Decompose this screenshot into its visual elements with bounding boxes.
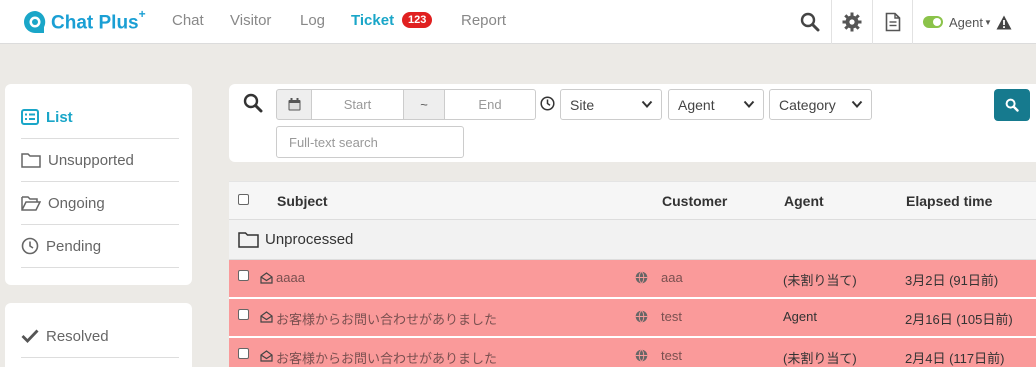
- fulltext-search-input[interactable]: Full-text search: [276, 126, 464, 158]
- agent-status-menu[interactable]: Agent ▼: [912, 0, 1036, 44]
- chevron-down-icon: [851, 100, 863, 108]
- agent-select-value: Agent: [678, 96, 715, 113]
- settings-button[interactable]: [831, 0, 871, 44]
- search-tool-button[interactable]: [790, 0, 830, 44]
- sidebar-item-list[interactable]: List: [21, 96, 179, 139]
- category-select-value: Category: [779, 96, 836, 113]
- clock-icon[interactable]: [540, 96, 555, 111]
- ticket-table: Subject Customer Agent Elapsed time Unpr…: [229, 181, 1036, 367]
- cell-customer: test: [661, 348, 682, 363]
- start-date-input[interactable]: Start: [311, 89, 404, 120]
- cell-subject[interactable]: aaaa: [276, 270, 305, 285]
- cell-customer: aaa: [661, 270, 683, 285]
- folder-open-icon: [21, 196, 41, 211]
- envelope-open-icon: [260, 311, 273, 323]
- site-select[interactable]: Site: [560, 89, 662, 120]
- agent-select[interactable]: Agent: [668, 89, 764, 120]
- group-unprocessed[interactable]: Unprocessed: [229, 220, 1036, 260]
- sidebar-status-panel: List Unsupported Ongoing Pending: [5, 84, 192, 285]
- globe-icon: [635, 349, 648, 362]
- chevron-down-icon: [641, 100, 653, 108]
- cell-subject[interactable]: お客様からお問い合わせがありました: [276, 309, 497, 328]
- list-icon: [21, 109, 39, 125]
- search-icon: [800, 12, 820, 32]
- nav-log[interactable]: Log: [300, 12, 325, 29]
- end-date-input[interactable]: End: [444, 89, 536, 120]
- globe-icon: [635, 310, 648, 323]
- agent-label: Agent: [949, 14, 983, 30]
- nav-ticket[interactable]: Ticket: [351, 12, 394, 29]
- warning-icon[interactable]: [996, 15, 1012, 30]
- document-icon: [885, 12, 900, 32]
- nav-report[interactable]: Report: [461, 12, 506, 29]
- document-button[interactable]: [872, 0, 912, 44]
- nav-visitor[interactable]: Visitor: [230, 12, 271, 29]
- search-icon: [1005, 98, 1019, 112]
- sidebar-item-label: List: [46, 108, 73, 126]
- calendar-button[interactable]: [276, 89, 312, 120]
- gear-icon: [842, 12, 861, 32]
- ticket-count-badge: 123: [402, 12, 433, 28]
- table-row[interactable]: aaaa aaa (未割り当て) 3月2日 (91日前): [229, 260, 1036, 298]
- globe-icon: [635, 271, 648, 284]
- sidebar-item-label: Unsupported: [48, 151, 134, 169]
- cell-agent: Agent: [783, 309, 817, 324]
- status-toggle[interactable]: [923, 16, 943, 28]
- cell-agent: (未割り当て): [783, 351, 857, 366]
- logo-text: Chat Plus+: [51, 6, 146, 34]
- table-row[interactable]: お客様からお問い合わせがありました test Agent 2月16日 (105日…: [229, 299, 1036, 337]
- nav-chat[interactable]: Chat: [172, 12, 204, 29]
- cell-elapsed-time: 2月4日 (117日前): [905, 351, 1005, 366]
- category-select[interactable]: Category: [769, 89, 872, 120]
- site-select-value: Site: [570, 96, 595, 113]
- check-icon: [21, 329, 39, 343]
- sidebar-item-pending[interactable]: Pending: [21, 225, 179, 268]
- top-navbar: Chat Plus+ Chat Visitor Log Ticket 123 R…: [0, 0, 1036, 44]
- calendar-icon: [288, 98, 300, 111]
- header-customer[interactable]: Customer: [662, 193, 727, 209]
- sidebar-item-label: Resolved: [46, 327, 109, 345]
- sidebar-item-resolved[interactable]: Resolved: [21, 315, 179, 358]
- clock-icon: [21, 237, 39, 255]
- date-range-separator: ~: [403, 89, 445, 120]
- row-checkbox[interactable]: [238, 348, 249, 359]
- sidebar-item-label: Ongoing: [48, 194, 105, 212]
- folder-icon: [238, 232, 259, 248]
- search-submit-button[interactable]: [994, 89, 1030, 121]
- header-agent[interactable]: Agent: [784, 193, 824, 209]
- sidebar-item-unsupported[interactable]: Unsupported: [21, 139, 179, 182]
- table-header: Subject Customer Agent Elapsed time: [229, 181, 1036, 220]
- group-label: Unprocessed: [265, 231, 354, 248]
- sidebar-resolved-panel: Resolved: [5, 303, 192, 367]
- envelope-open-icon: [260, 272, 273, 284]
- row-checkbox[interactable]: [238, 270, 249, 281]
- table-row[interactable]: お客様からお問い合わせがありました test (未割り当て) 2月4日 (117…: [229, 338, 1036, 367]
- cell-elapsed-time: 2月16日 (105日前): [905, 312, 1013, 327]
- header-subject[interactable]: Subject: [277, 193, 328, 209]
- folder-icon: [21, 153, 41, 168]
- sidebar-item-ongoing[interactable]: Ongoing: [21, 182, 179, 225]
- chevron-down-icon: [743, 100, 755, 108]
- search-icon: [243, 93, 263, 113]
- sidebar-item-label: Pending: [46, 237, 102, 255]
- logo[interactable]: Chat Plus+: [22, 6, 146, 36]
- row-checkbox[interactable]: [238, 309, 249, 320]
- chat-bubble-icon: [24, 11, 46, 33]
- cell-customer: test: [661, 309, 682, 324]
- header-elapsed-time[interactable]: Elapsed time: [906, 193, 992, 209]
- envelope-open-icon: [260, 350, 273, 362]
- cell-elapsed-time: 3月2日 (91日前): [905, 273, 999, 288]
- cell-subject[interactable]: お客様からお問い合わせがありました: [276, 348, 497, 367]
- select-all-checkbox[interactable]: [238, 194, 249, 205]
- chevron-down-icon: ▼: [983, 17, 992, 27]
- cell-agent: (未割り当て): [783, 273, 857, 288]
